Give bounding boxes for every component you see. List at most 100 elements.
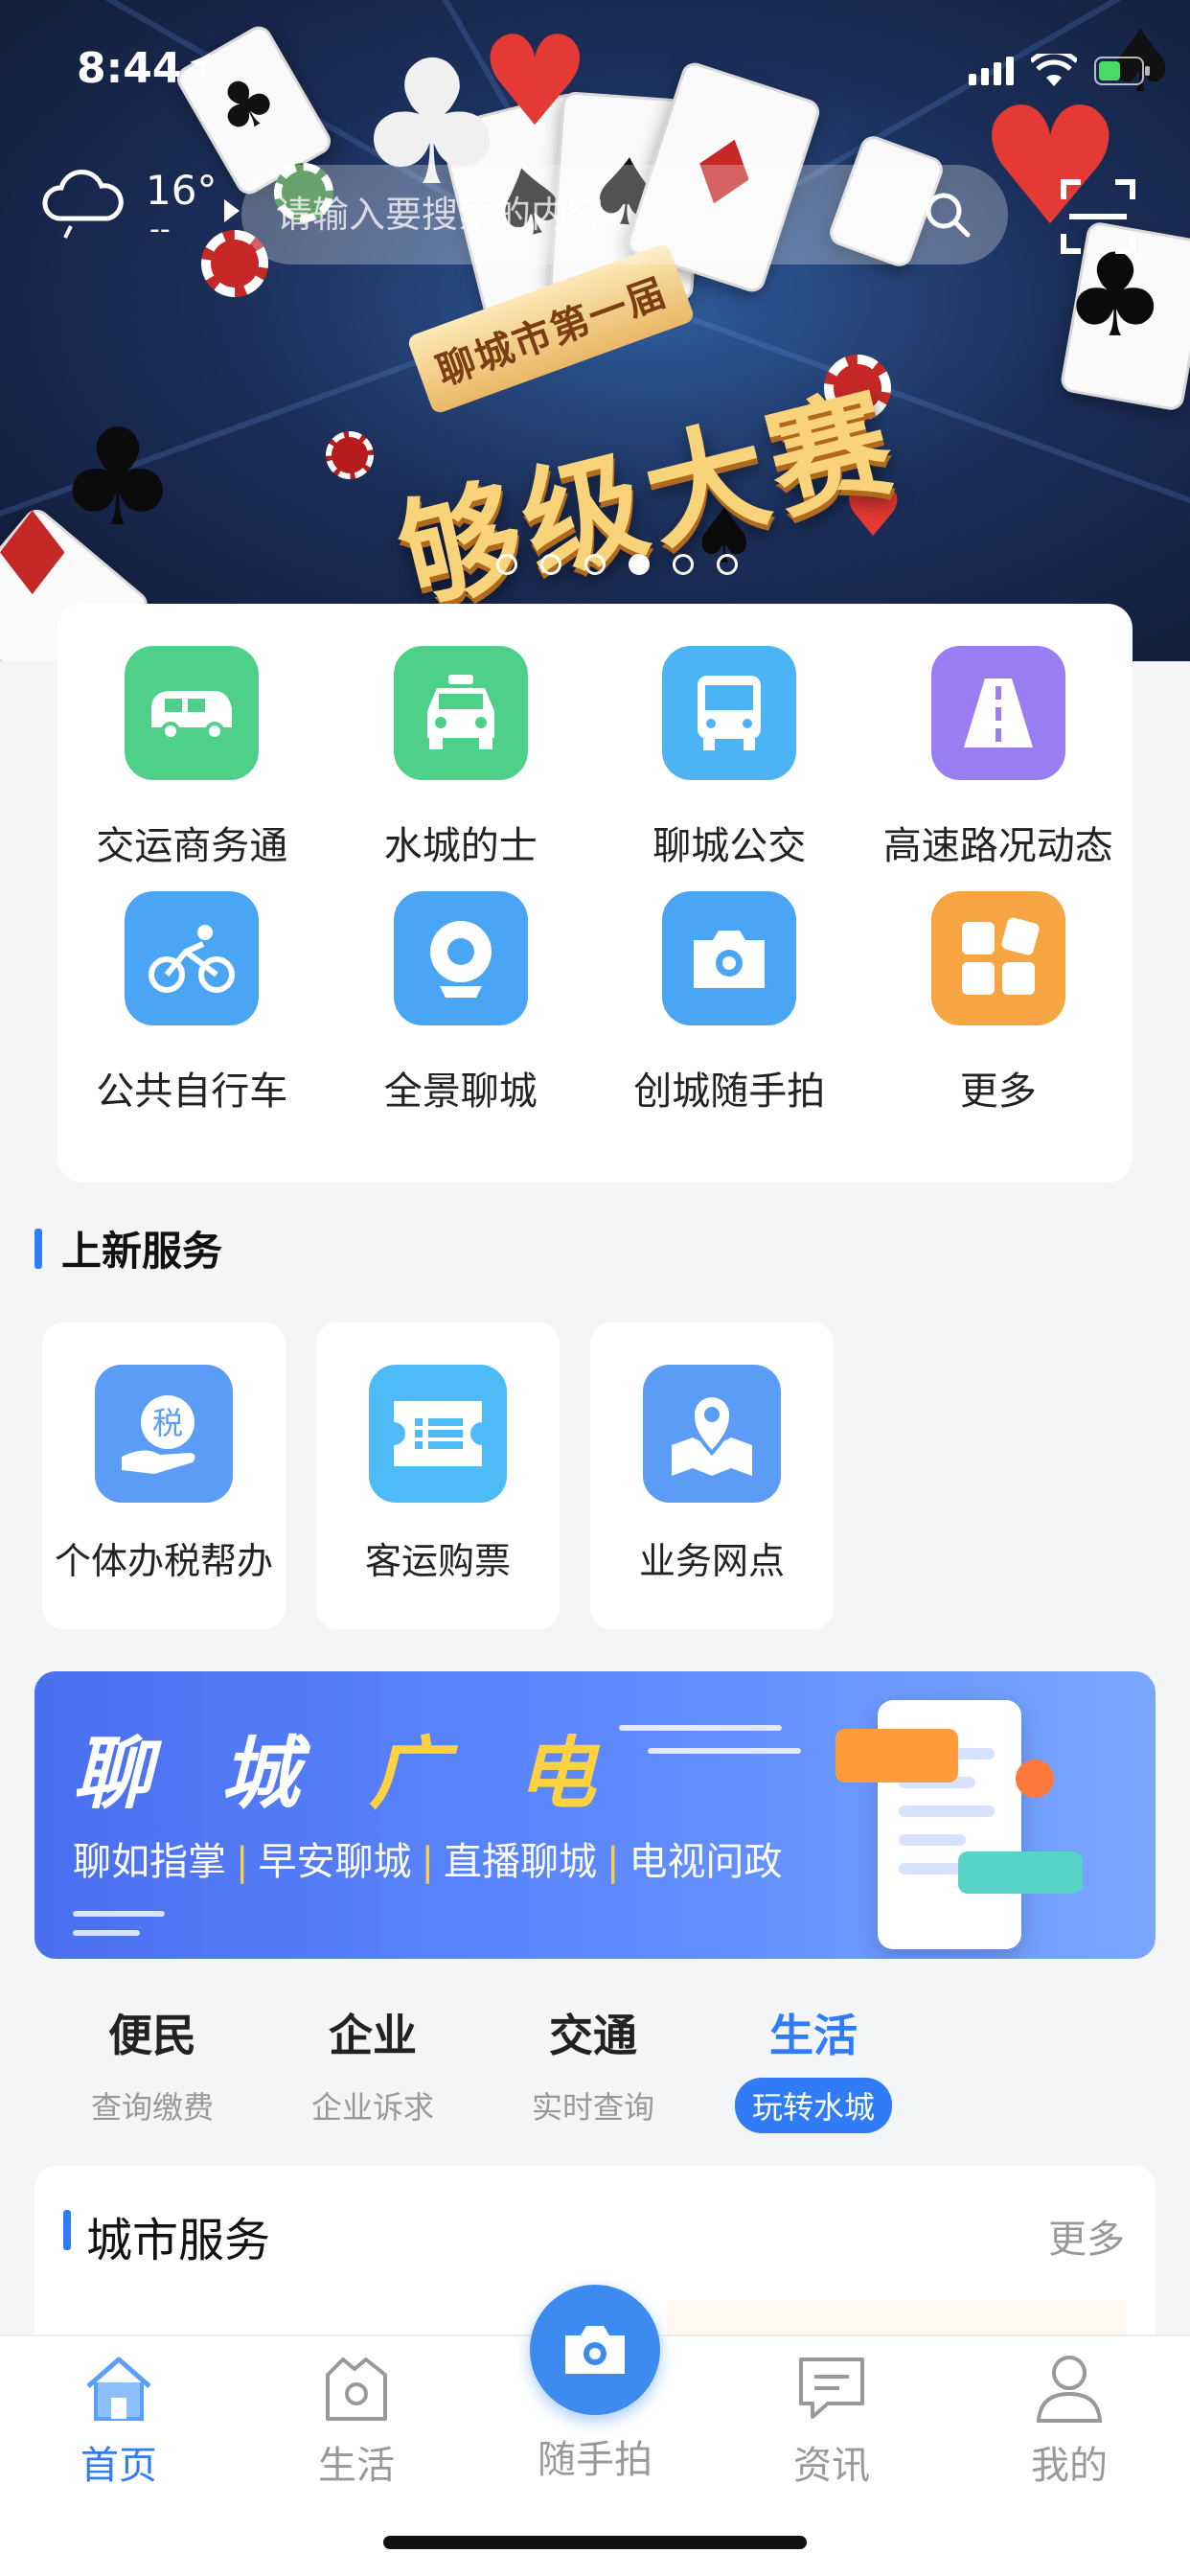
battery-icon <box>1094 57 1150 85</box>
scan-icon[interactable] <box>1060 178 1136 255</box>
tabbar-label: 生活 <box>318 2444 395 2488</box>
hero-banner[interactable]: ♠ ♠ ♦ ♣ ♥ ♥ ♣ ♣ ♣ ♠ ♠ ♥ ♦ 聊城市第一届 够级大赛 8:… <box>0 0 1190 661</box>
svg-text:税: 税 <box>152 1405 183 1441</box>
service-label: 更多 <box>959 1070 1037 1114</box>
service-label: 创城随手拍 <box>633 1070 826 1114</box>
camera-icon <box>694 931 766 988</box>
tab-qiye[interactable]: 企业 企业诉求 <box>263 2001 483 2133</box>
city-service-title: 城市服务 <box>86 2214 271 2267</box>
temperature: 16° <box>146 167 217 214</box>
tabbar-home[interactable]: 首页 <box>42 2350 195 2490</box>
tab-subtitle: 玩转水城 <box>734 2078 892 2133</box>
heading-accent-bar <box>34 1228 42 1269</box>
tabbar-life[interactable]: 生活 <box>280 2350 433 2490</box>
carousel-dot-active[interactable] <box>629 554 650 575</box>
search-input[interactable] <box>276 194 922 236</box>
service-photo[interactable]: 创城随手拍 <box>595 891 864 1114</box>
service-label: 高速路况动态 <box>882 824 1113 868</box>
more-grid-icon <box>961 917 1040 995</box>
camera-icon <box>565 2326 625 2374</box>
tab-shenghuo[interactable]: 生活 玩转水城 <box>703 2001 924 2133</box>
promo-title-b: 广 电 <box>369 1729 617 1820</box>
home-indicator <box>383 2536 807 2549</box>
club-suit-icon: ♣ <box>1064 230 1167 363</box>
service-label: 聊城公交 <box>652 824 807 868</box>
carousel-dots[interactable] <box>496 554 738 575</box>
home-icon <box>86 2357 151 2421</box>
highway-icon <box>963 678 1033 748</box>
chat-news-icon <box>799 2358 864 2419</box>
new-service-label: 客运购票 <box>364 1540 511 1582</box>
webcam-icon <box>429 921 492 998</box>
service-label: 交运商务通 <box>96 824 288 868</box>
decor-line <box>73 1911 165 1917</box>
tabbar-mine[interactable]: 我的 <box>993 2350 1146 2490</box>
user-icon <box>1036 2356 1103 2423</box>
status-icons <box>969 54 1152 88</box>
tab-jiaotong[interactable]: 交通 实时查询 <box>483 2001 703 2133</box>
weather-arrow-icon[interactable] <box>224 199 240 222</box>
carousel-dot[interactable] <box>717 554 738 575</box>
new-services-heading: 上新服务 <box>34 1219 222 1277</box>
decor-chat-tag <box>958 1852 1083 1894</box>
tab-subtitle: 企业诉求 <box>310 2089 434 2126</box>
service-bicycle[interactable]: 公共自行车 <box>57 891 327 1114</box>
new-service-outlets[interactable]: 业务网点 <box>590 1322 834 1629</box>
decor-line <box>648 1748 801 1754</box>
new-service-label: 业务网点 <box>638 1540 785 1582</box>
tax-hand-icon: 税 <box>122 1395 195 1474</box>
decor-line <box>73 1930 140 1936</box>
city-service-content <box>667 2300 1127 2338</box>
decor-orb <box>1016 1760 1054 1798</box>
service-more[interactable]: 更多 <box>864 891 1133 1114</box>
service-taxi[interactable]: 水城的士 <box>327 646 596 868</box>
broadcast-promo-banner[interactable]: 聊 城 广 电 聊如指掌 | 早安聊城 | 直播聊城 | 电视问政 <box>34 1671 1156 1959</box>
quick-services-card: 交运商务通 水城的士 聊城公交 高速路况动态 公共自行车 全景聊城 创城随手拍 … <box>57 604 1133 1183</box>
temperature-sub: -- <box>149 213 171 246</box>
promo-title: 聊 城 广 电 <box>73 1710 617 1824</box>
tabbar-label: 资讯 <box>793 2444 870 2488</box>
tab-title: 便民 <box>108 2010 196 2061</box>
promo-program: 聊如指掌 <box>73 1840 226 1884</box>
van-icon <box>151 691 233 741</box>
tabbar-snapshot-button[interactable] <box>530 2285 660 2415</box>
service-label: 水城的士 <box>383 824 538 868</box>
promo-programs: 聊如指掌 | 早安聊城 | 直播聊城 | 电视问政 <box>73 1840 783 1884</box>
new-service-tax[interactable]: 税 个体办税帮办 <box>42 1322 286 1629</box>
heading-accent-bar <box>63 2210 71 2250</box>
service-label: 全景聊城 <box>383 1070 538 1114</box>
search-bar[interactable] <box>241 165 1008 264</box>
search-icon[interactable] <box>922 189 973 241</box>
tabbar-label: 我的 <box>1031 2444 1108 2488</box>
decor-chat-tag <box>835 1729 958 1782</box>
status-time: 8:44 <box>77 44 182 93</box>
location-arrow-icon <box>190 54 211 75</box>
service-highway[interactable]: 高速路况动态 <box>864 646 1133 868</box>
tabbar-label[interactable]: 随手拍 <box>499 2428 691 2484</box>
tab-title: 交通 <box>549 2010 637 2061</box>
service-panorama[interactable]: 全景聊城 <box>327 891 596 1114</box>
city-service-more-link[interactable]: 更多 <box>1048 2208 1125 2264</box>
carousel-dot[interactable] <box>540 554 561 575</box>
service-jiaoyun[interactable]: 交运商务通 <box>57 646 327 868</box>
service-label: 公共自行车 <box>96 1070 288 1114</box>
carousel-dot[interactable] <box>496 554 517 575</box>
new-services-title: 上新服务 <box>61 1228 223 1275</box>
bicycle-icon <box>149 925 236 993</box>
promo-program: 早安聊城 <box>258 1840 412 1884</box>
tab-bianmin[interactable]: 便民 查询缴费 <box>42 2001 263 2133</box>
carousel-dot[interactable] <box>673 554 694 575</box>
cloudy-weather-icon <box>42 169 124 239</box>
tab-title: 生活 <box>769 2010 858 2061</box>
promo-program: 直播聊城 <box>443 1840 597 1884</box>
service-bus[interactable]: 聊城公交 <box>595 646 864 868</box>
bus-icon <box>698 676 762 750</box>
tabbar-label: 首页 <box>80 2444 157 2488</box>
poker-chip <box>326 431 374 479</box>
new-service-ticket[interactable]: 客运购票 <box>316 1322 560 1629</box>
tabbar-news[interactable]: 资讯 <box>755 2350 908 2490</box>
promo-title-a: 聊 城 <box>73 1729 321 1820</box>
map-pin-icon <box>672 1393 752 1476</box>
taxi-icon <box>426 675 494 749</box>
carousel-dot[interactable] <box>584 554 606 575</box>
